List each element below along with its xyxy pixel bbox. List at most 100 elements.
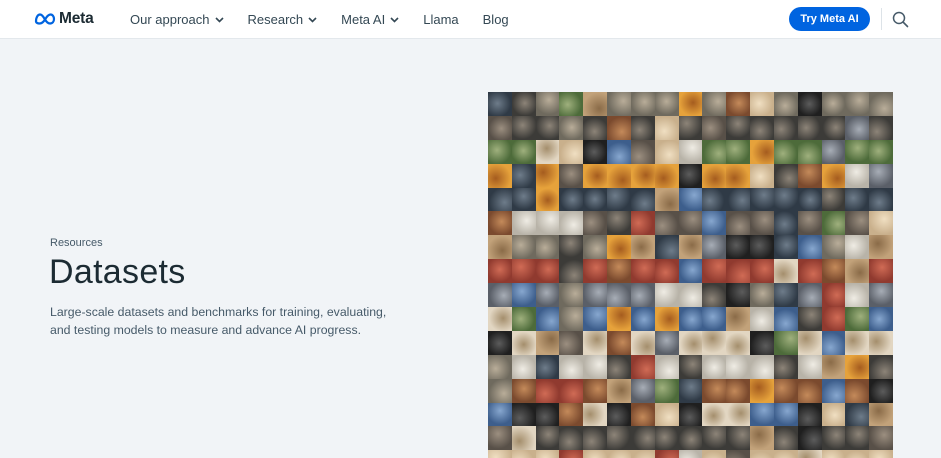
dataset-thumbnail	[821, 163, 846, 188]
dataset-thumbnail	[821, 235, 846, 260]
dataset-thumbnail	[869, 115, 893, 140]
dataset-thumbnail	[773, 330, 798, 355]
dataset-thumbnail	[821, 115, 846, 140]
dataset-thumbnail	[845, 139, 870, 164]
dataset-thumbnail	[654, 426, 679, 451]
dataset-thumbnail	[535, 235, 560, 260]
dataset-thumbnail	[797, 307, 822, 331]
dataset-thumbnail	[678, 354, 703, 379]
dataset-thumbnail	[630, 378, 655, 403]
dataset-thumbnail	[559, 235, 584, 260]
dataset-thumbnail	[845, 378, 870, 403]
nav-label: Meta AI	[341, 12, 386, 27]
dataset-thumbnail	[702, 426, 727, 451]
dataset-thumbnail	[654, 115, 679, 140]
dataset-thumbnail	[678, 450, 703, 458]
dataset-thumbnail	[821, 187, 846, 212]
dataset-thumbnail	[559, 378, 584, 403]
dataset-thumbnail	[821, 330, 846, 355]
dataset-thumbnail	[583, 235, 608, 260]
dataset-thumbnail	[678, 307, 703, 331]
dataset-image-mosaic	[488, 92, 893, 458]
dataset-thumbnail	[511, 139, 536, 164]
dataset-thumbnail	[797, 163, 822, 188]
dataset-thumbnail	[726, 115, 751, 140]
dataset-thumbnail	[869, 211, 893, 236]
dataset-thumbnail	[750, 259, 774, 284]
dataset-thumbnail	[511, 378, 536, 403]
dataset-thumbnail	[773, 235, 798, 260]
dataset-thumbnail	[869, 426, 893, 451]
dataset-thumbnail	[726, 402, 751, 427]
nav-meta-ai[interactable]: Meta AI	[341, 12, 399, 27]
dataset-thumbnail	[488, 354, 512, 379]
meta-logo[interactable]: Meta	[34, 9, 94, 29]
dataset-thumbnail	[559, 211, 584, 236]
dataset-thumbnail	[726, 139, 751, 164]
dataset-thumbnail	[869, 330, 893, 355]
dataset-thumbnail	[678, 235, 703, 260]
nav-our-approach[interactable]: Our approach	[130, 12, 224, 27]
dataset-thumbnail	[678, 402, 703, 427]
dataset-thumbnail	[869, 163, 893, 188]
dataset-thumbnail	[630, 283, 655, 308]
dataset-thumbnail	[821, 354, 846, 379]
dataset-thumbnail	[726, 187, 751, 212]
dataset-thumbnail	[535, 139, 560, 164]
dataset-thumbnail	[654, 259, 679, 284]
header-divider	[881, 8, 882, 30]
dataset-thumbnail	[702, 92, 727, 116]
dataset-thumbnail	[583, 115, 608, 140]
dataset-thumbnail	[607, 354, 631, 379]
top-nav-bar: Meta Our approach Research Meta AI Llama…	[0, 0, 941, 39]
dataset-thumbnail	[535, 450, 560, 458]
dataset-thumbnail	[607, 163, 631, 188]
dataset-thumbnail	[678, 187, 703, 212]
dataset-thumbnail	[773, 139, 798, 164]
dataset-thumbnail	[821, 211, 846, 236]
dataset-thumbnail	[488, 330, 512, 355]
dataset-thumbnail	[559, 354, 584, 379]
dataset-thumbnail	[750, 211, 774, 236]
dataset-thumbnail	[773, 92, 798, 116]
dataset-thumbnail	[702, 330, 727, 355]
dataset-thumbnail	[797, 330, 822, 355]
dataset-thumbnail	[750, 163, 774, 188]
dataset-thumbnail	[797, 402, 822, 427]
dataset-thumbnail	[845, 235, 870, 260]
dataset-thumbnail	[750, 187, 774, 212]
dataset-thumbnail	[630, 115, 655, 140]
dataset-thumbnail	[702, 187, 727, 212]
dataset-thumbnail	[607, 187, 631, 212]
search-icon[interactable]	[892, 11, 909, 28]
dataset-thumbnail	[797, 235, 822, 260]
main-nav: Our approach Research Meta AI Llama Blog	[130, 0, 533, 39]
dataset-thumbnail	[702, 115, 727, 140]
nav-blog[interactable]: Blog	[483, 12, 509, 27]
dataset-thumbnail	[869, 354, 893, 379]
dataset-thumbnail	[535, 426, 560, 451]
dataset-thumbnail	[654, 330, 679, 355]
dataset-thumbnail	[630, 426, 655, 451]
try-meta-ai-button[interactable]: Try Meta AI	[789, 7, 870, 31]
dataset-thumbnail	[750, 92, 774, 116]
dataset-thumbnail	[773, 187, 798, 212]
dataset-thumbnail	[702, 283, 727, 308]
dataset-thumbnail	[845, 187, 870, 212]
dataset-thumbnail	[654, 235, 679, 260]
dataset-thumbnail	[773, 259, 798, 284]
nav-research[interactable]: Research	[248, 12, 318, 27]
dataset-thumbnail	[750, 139, 774, 164]
dataset-thumbnail	[821, 259, 846, 284]
dataset-thumbnail	[726, 211, 751, 236]
dataset-thumbnail	[821, 402, 846, 427]
dataset-thumbnail	[535, 115, 560, 140]
dataset-thumbnail	[559, 187, 584, 212]
dataset-thumbnail	[726, 378, 751, 403]
dataset-thumbnail	[773, 115, 798, 140]
meta-infinity-icon	[34, 13, 56, 25]
dataset-thumbnail	[845, 163, 870, 188]
dataset-thumbnail	[773, 211, 798, 236]
dataset-thumbnail	[702, 307, 727, 331]
nav-llama[interactable]: Llama	[423, 12, 458, 27]
